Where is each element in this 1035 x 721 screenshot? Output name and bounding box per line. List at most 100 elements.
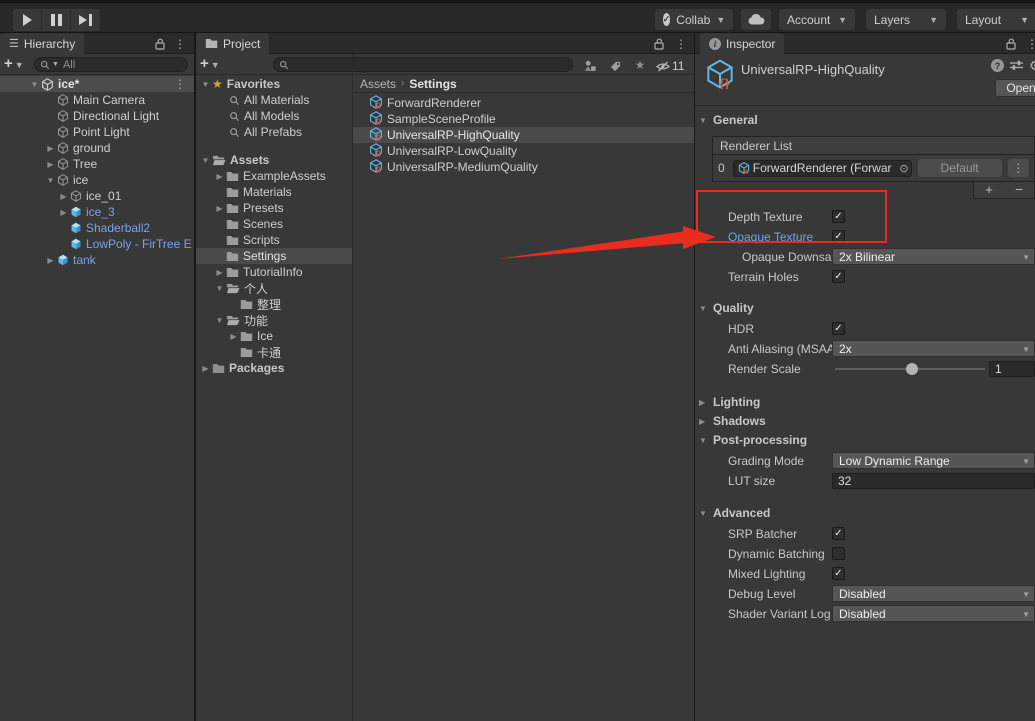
section-lighting[interactable]: ▶ Lighting (699, 394, 1035, 410)
foldout-collapsed-icon[interactable]: ▶ (213, 172, 226, 181)
folder-gongneng[interactable]: ▼ 功能 (196, 312, 352, 328)
folder-ice[interactable]: ▶ Ice (196, 328, 352, 344)
project-search-input[interactable] (291, 58, 567, 72)
debug-level-dropdown[interactable]: Disabled (832, 585, 1035, 602)
folder-settings-selected[interactable]: Settings (196, 248, 352, 264)
assets-root[interactable]: ▼ Assets (196, 152, 352, 168)
folder-exampleassets[interactable]: ▶ ExampleAssets (196, 168, 352, 184)
favorite-all-materials[interactable]: All Materials (196, 92, 352, 108)
srp-batcher-checkbox[interactable] (832, 527, 845, 540)
menu-kebab-icon[interactable]: ⋮ (1024, 36, 1035, 52)
foldout-collapsed-icon[interactable]: ▶ (199, 364, 212, 373)
scene-kebab-icon[interactable]: ⋮ (174, 77, 186, 91)
hierarchy-project-divider[interactable] (194, 33, 196, 721)
render-scale-slider[interactable] (835, 361, 985, 377)
renderer-object-field[interactable]: {} ForwardRenderer (Forwar ⊙ (733, 160, 912, 177)
menu-kebab-icon[interactable]: ⋮ (172, 36, 188, 52)
folder-geren[interactable]: ▼ 个人 (196, 280, 352, 296)
foldout-expanded-icon[interactable]: ▼ (28, 80, 41, 89)
default-button[interactable]: Default (918, 159, 1002, 177)
folder-scripts[interactable]: Scripts (196, 232, 352, 248)
foldout-expanded-icon[interactable]: ▼ (199, 80, 212, 89)
hierarchy-item-ice[interactable]: ▼ ice (0, 172, 194, 188)
hierarchy-search[interactable]: ▼ (34, 57, 188, 72)
tab-inspector[interactable]: i Inspector (700, 33, 784, 54)
foldout-collapsed-icon[interactable]: ▶ (227, 332, 240, 341)
hidden-packages-toggle[interactable]: 11 (656, 58, 690, 74)
hdr-checkbox[interactable] (832, 322, 845, 335)
cloud-button[interactable] (741, 9, 771, 30)
folder-presets[interactable]: ▶ Presets (196, 200, 352, 216)
element-kebab-icon[interactable]: ⋮ (1008, 159, 1029, 177)
tab-project[interactable]: Project (196, 33, 269, 54)
foldout-collapsed-icon[interactable]: ▶ (57, 192, 70, 201)
lut-size-input[interactable] (838, 474, 1029, 488)
lock-icon[interactable] (152, 36, 168, 52)
packages-root[interactable]: ▶ Packages (196, 360, 352, 376)
foldout-collapsed-icon[interactable]: ▶ (213, 268, 226, 277)
hierarchy-item-point-light[interactable]: Point Light (0, 124, 194, 140)
hierarchy-item-ground[interactable]: ▶ ground (0, 140, 194, 156)
filter-by-type-icon[interactable] (582, 58, 598, 74)
lock-icon[interactable] (1003, 36, 1019, 52)
mixed-lighting-checkbox[interactable] (832, 567, 845, 580)
foldout-expanded-icon[interactable]: ▼ (213, 316, 226, 325)
foldout-collapsed-icon[interactable]: ▶ (44, 144, 57, 153)
layers-dropdown[interactable]: Layers ▼ (866, 9, 946, 30)
section-post-processing[interactable]: ▼ Post-processing (699, 432, 1035, 448)
asset-forwardrenderer[interactable]: {} ForwardRenderer (353, 95, 694, 111)
shader-variant-log-dropdown[interactable]: Disabled (832, 605, 1035, 622)
asset-samplesceneprofile[interactable]: {} SampleSceneProfile (353, 111, 694, 127)
foldout-collapsed-icon[interactable]: ▶ (213, 204, 226, 213)
project-search[interactable] (273, 57, 573, 72)
pause-button[interactable] (42, 9, 71, 31)
play-button[interactable] (13, 9, 42, 31)
slider-knob[interactable] (906, 363, 918, 375)
renderer-list-element[interactable]: 0 {} ForwardRenderer (Forwar ⊙ Default ⋮ (713, 155, 1034, 181)
favorite-all-prefabs[interactable]: All Prefabs (196, 124, 352, 140)
filter-by-label-icon[interactable] (607, 58, 623, 74)
grading-mode-dropdown[interactable]: Low Dynamic Range (832, 452, 1035, 469)
lut-size-field[interactable] (832, 473, 1035, 489)
hierarchy-item-tree[interactable]: ▶ Tree (0, 156, 194, 172)
object-picker-icon[interactable]: ⊙ (899, 162, 908, 175)
add-renderer-button[interactable]: + (974, 182, 1004, 198)
collab-dropdown[interactable]: ✓ Collab ▼ (655, 9, 733, 30)
layout-dropdown[interactable]: Layout ▼ (957, 9, 1035, 30)
foldout-expanded-icon[interactable]: ▼ (44, 176, 57, 185)
hierarchy-item-tank[interactable]: ▶ tank (0, 252, 194, 268)
render-scale-input[interactable] (995, 362, 1029, 376)
folder-katong[interactable]: 卡通 (196, 344, 352, 360)
help-icon[interactable]: ? (991, 59, 1004, 72)
hierarchy-item-ice-01[interactable]: ▶ ice_01 (0, 188, 194, 204)
foldout-collapsed-icon[interactable]: ▶ (44, 256, 57, 265)
section-quality[interactable]: ▼ Quality (699, 300, 1035, 316)
hierarchy-item-ice-3[interactable]: ▶ ice_3 (0, 204, 194, 220)
foldout-collapsed-icon[interactable]: ▶ (57, 208, 70, 217)
breadcrumb-current[interactable]: Settings (409, 77, 456, 91)
remove-renderer-button[interactable]: − (1004, 182, 1034, 198)
account-dropdown[interactable]: Account ▼ (779, 9, 855, 30)
create-asset-button[interactable]: +▼ (200, 56, 220, 73)
hierarchy-item-directional-light[interactable]: Directional Light (0, 108, 194, 124)
project-inspector-divider[interactable] (694, 33, 695, 721)
asset-universalrp-lowquality[interactable]: {} UniversalRP-LowQuality (353, 143, 694, 159)
lock-icon[interactable] (651, 36, 667, 52)
opaque-downsampling-dropdown[interactable]: 2x Bilinear (832, 248, 1035, 265)
scene-row[interactable]: ▼ ice* ⋮ (0, 76, 194, 92)
section-general[interactable]: ▼ General (699, 112, 1035, 128)
breadcrumb-root[interactable]: Assets (360, 77, 396, 91)
folder-scenes[interactable]: Scenes (196, 216, 352, 232)
asset-universalrp-mediumquality[interactable]: {} UniversalRP-MediumQuality (353, 159, 694, 175)
hierarchy-search-input[interactable] (61, 58, 182, 72)
gear-icon[interactable]: ⚙ (1029, 58, 1035, 74)
anti-aliasing-dropdown[interactable]: 2x (832, 340, 1035, 357)
hierarchy-item-main-camera[interactable]: Main Camera (0, 92, 194, 108)
asset-universalrp-highquality-selected[interactable]: {} UniversalRP-HighQuality (353, 127, 694, 143)
section-shadows[interactable]: ▶ Shadows (699, 413, 1035, 429)
open-button[interactable]: Open (995, 79, 1035, 97)
dynamic-batching-checkbox[interactable] (832, 547, 845, 560)
section-advanced[interactable]: ▼ Advanced (699, 505, 1035, 521)
terrain-holes-checkbox[interactable] (832, 270, 845, 283)
folder-materials[interactable]: Materials (196, 184, 352, 200)
